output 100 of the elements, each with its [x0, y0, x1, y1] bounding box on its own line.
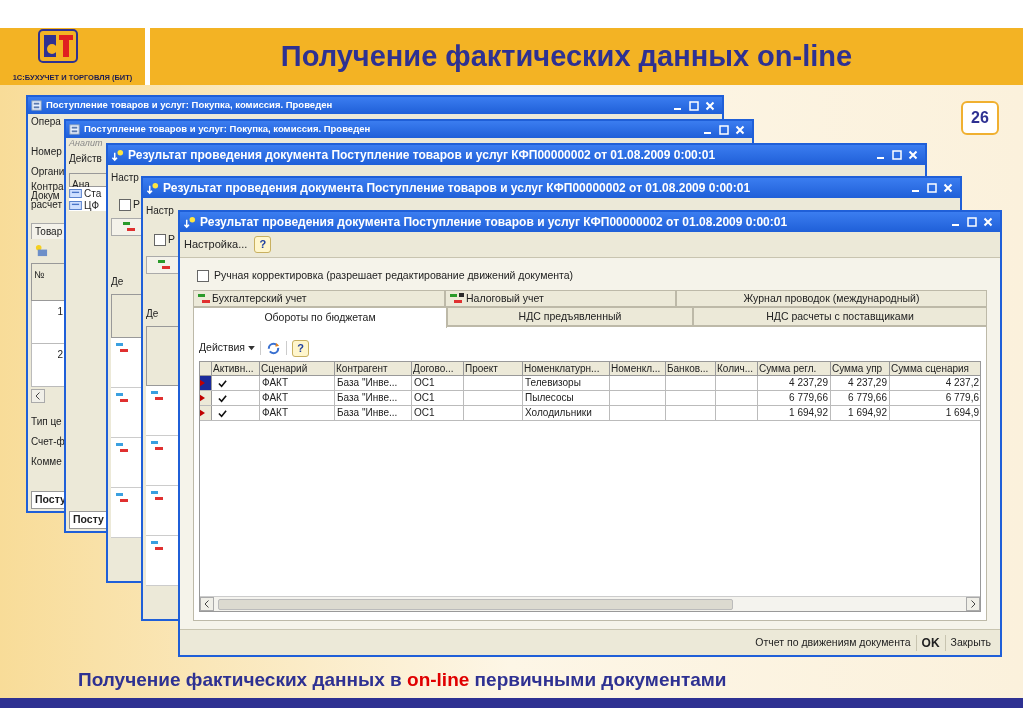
ledger-icon — [115, 392, 129, 404]
ledger-icon — [150, 490, 164, 502]
slide-caption: Получение фактических данных в on-line первичными документами — [78, 668, 727, 692]
checkbox[interactable] — [197, 270, 209, 282]
table-cell: ОС1 — [412, 406, 464, 420]
ledger-icon — [150, 440, 164, 452]
page-number: 26 — [961, 101, 999, 135]
column-header: Догово... — [412, 362, 464, 375]
tab[interactable]: Посту — [31, 491, 66, 509]
table-cell: 1 694,9 — [890, 406, 980, 420]
column-header: Номенклатурн... — [523, 362, 610, 375]
column-header: Сумма сценария — [890, 362, 980, 375]
slide-title: Получение фактических данных on-line — [280, 38, 853, 74]
table-cell: Телевизоры — [523, 376, 610, 390]
field-label: Номер — [31, 144, 63, 158]
maximize-icon[interactable] — [967, 217, 977, 227]
checkbox[interactable] — [154, 234, 166, 246]
table-cell: База "Инве... — [335, 406, 412, 420]
row-marker[interactable] — [200, 376, 212, 390]
field-label: Комме — [31, 454, 63, 468]
checkbox-label: Р — [133, 197, 140, 213]
document-icon — [31, 100, 42, 111]
document-icon — [69, 124, 80, 135]
window-title: Результат проведения документа Поступление товаров и услуг КФП00000002 от 01.08.2009 0:00:01 — [200, 214, 788, 231]
checkbox[interactable] — [119, 199, 131, 211]
table-cell: 1 694,92 — [831, 406, 890, 420]
close-icon[interactable] — [943, 183, 953, 193]
maximize-icon[interactable] — [892, 150, 902, 160]
table-cell: 6 779,6 — [890, 391, 980, 405]
close-icon[interactable] — [735, 124, 745, 135]
table-cell: 1 — [31, 301, 66, 344]
field-label: Счет-ф — [31, 434, 66, 448]
close-icon[interactable] — [983, 217, 993, 227]
toolbar-item[interactable]: Настр — [146, 198, 180, 222]
ledger-icon — [115, 442, 129, 454]
arrow-star-icon — [146, 181, 159, 195]
toolbar-item[interactable]: Де — [111, 274, 143, 288]
table-cell: 1 694,92 — [758, 406, 831, 420]
tab[interactable]: НДС расчеты с поставщиками — [693, 307, 987, 326]
table-header: № — [31, 263, 66, 301]
checkbox-label: Р — [168, 232, 175, 248]
maximize-icon[interactable] — [927, 183, 937, 193]
close-icon[interactable] — [705, 100, 715, 111]
dialog-button[interactable]: OK — [916, 633, 945, 652]
dialog-button[interactable]: Закрыть — [945, 634, 996, 651]
ledger-icon — [150, 540, 164, 552]
field-label: Контра — [31, 181, 65, 191]
scroll-left-button[interactable] — [31, 389, 45, 403]
row-marker[interactable] — [200, 391, 212, 405]
horizontal-scrollbar[interactable] — [200, 596, 980, 611]
toolbar-item[interactable]: Настр — [111, 165, 143, 189]
column-header: Сценарий — [260, 362, 335, 375]
column-header: Колич... — [716, 362, 758, 375]
table-cell: ФАКТ — [260, 376, 335, 390]
close-icon[interactable] — [908, 150, 918, 160]
table-cell: 2 — [31, 344, 66, 387]
column-header: Сумма упр — [831, 362, 890, 375]
table-cell: ОС1 — [412, 376, 464, 390]
add-row-icon[interactable] — [35, 243, 48, 257]
ledger-icon — [449, 292, 465, 305]
actions-menu[interactable]: Действия — [199, 340, 255, 356]
record-icon — [69, 188, 82, 198]
tab[interactable]: Бухгалтерский учет — [193, 290, 445, 307]
toolbar-item[interactable]: Действ — [69, 152, 108, 164]
refresh-icon[interactable] — [266, 340, 281, 356]
help-button[interactable]: ? — [254, 236, 272, 253]
ledger-icon — [150, 390, 164, 402]
column-header: Активн... — [212, 362, 260, 375]
tab[interactable]: НДС предъявленный — [447, 307, 693, 326]
toolbar-item[interactable]: Опера — [31, 114, 66, 128]
window-title: Результат проведения документа Поступление товаров и услуг КФП00000002 от 01.08.2009 0:00:01 — [163, 180, 751, 197]
table-cell: ФАКТ — [260, 406, 335, 420]
tab[interactable]: Налоговый учет — [445, 290, 676, 307]
tab[interactable]: Товар — [31, 223, 66, 239]
table-cell: ОС1 — [412, 391, 464, 405]
row-marker[interactable] — [200, 406, 212, 420]
column-header: Контрагент — [335, 362, 412, 375]
maximize-icon[interactable] — [689, 100, 699, 111]
settings-button[interactable]: Настройка... — [183, 236, 249, 253]
window-title: Поступление товаров и услуг: Покупка, комиссия. Проведен — [46, 98, 333, 113]
table-cell: 4 237,29 — [831, 376, 890, 390]
scroll-right-button[interactable] — [966, 597, 980, 611]
table-cell: Пылесосы — [523, 391, 610, 405]
column-header: Банков... — [666, 362, 716, 375]
toolbar-item[interactable]: Де — [146, 306, 180, 320]
table-cell-text: ЦФ — [84, 198, 99, 213]
table-cell: База "Инве... — [335, 391, 412, 405]
tab[interactable]: Посту — [69, 511, 108, 529]
ledger-icon — [122, 221, 136, 233]
maximize-icon[interactable] — [719, 124, 729, 135]
tab[interactable]: Журнал проводок (международный) — [676, 290, 987, 307]
window-title: Поступление товаров и услуг: Покупка, комиссия. Проведен — [84, 122, 371, 137]
caret-icon — [248, 345, 255, 351]
help-button[interactable]: ? — [292, 339, 309, 357]
field-label: Тип це — [31, 414, 63, 428]
tab[interactable]: Обороты по бюджетам — [193, 307, 447, 328]
scrollbar-thumb[interactable] — [218, 598, 733, 610]
table-cell: ФАКТ — [260, 391, 335, 405]
scroll-left-button[interactable] — [200, 597, 214, 611]
dialog-button[interactable]: Отчет по движениям документа — [750, 634, 916, 651]
